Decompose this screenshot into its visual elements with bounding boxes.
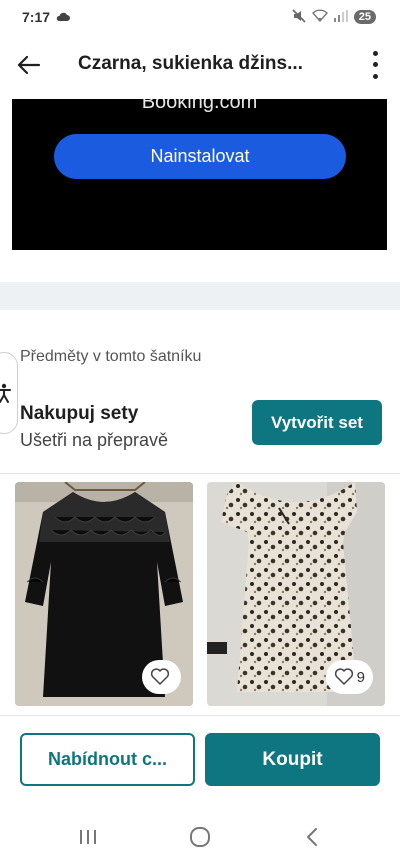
signal-icon <box>333 9 348 25</box>
home-button[interactable] <box>185 822 215 852</box>
recent-apps-button[interactable] <box>73 822 103 852</box>
wifi-icon <box>311 9 328 25</box>
create-set-button[interactable]: Vytvořit set <box>252 400 382 445</box>
page-title: Czarna, sukienka džins... <box>78 53 303 74</box>
chevron-left-icon <box>307 828 317 846</box>
make-offer-button[interactable]: Nabídnout c... <box>20 733 195 786</box>
product-card[interactable]: 9 <box>207 482 385 706</box>
arrow-left-icon <box>17 55 41 75</box>
section-separator <box>0 282 400 310</box>
heart-icon <box>334 668 353 685</box>
battery-indicator: 25 <box>353 10 376 24</box>
favorite-button[interactable] <box>142 660 181 694</box>
product-card[interactable] <box>15 482 193 706</box>
accessibility-icon <box>0 383 11 403</box>
clock: 7:17 <box>22 9 51 25</box>
favorite-button[interactable]: 9 <box>325 660 373 694</box>
ad-install-button[interactable]: Nainstalovat <box>54 134 346 179</box>
accessibility-button[interactable] <box>0 352 18 434</box>
ad-brand: Booking.com <box>141 99 258 113</box>
home-icon <box>190 827 210 847</box>
bundle-subtitle: Ušetři na přepravě <box>20 430 169 450</box>
buy-button[interactable]: Koupit <box>205 733 380 786</box>
status-bar: 7:17 25 <box>0 0 400 34</box>
wardrobe-section-title: Předměty v tomto šatníku <box>20 348 202 365</box>
mute-icon <box>292 8 306 26</box>
back-nav-button[interactable] <box>297 822 327 852</box>
more-options-button[interactable] <box>368 48 382 82</box>
system-nav-bar <box>0 808 400 867</box>
app-header: Czarna, sukienka džins... <box>0 34 400 96</box>
ad-banner[interactable]: Booking.com Nainstalovat <box>12 99 387 250</box>
divider <box>0 473 400 474</box>
more-vert-icon <box>372 51 378 57</box>
back-button[interactable] <box>14 50 44 80</box>
cloud-icon <box>56 9 71 25</box>
bundle-title: Nakupuj sety <box>20 403 139 424</box>
like-count: 9 <box>356 668 365 686</box>
recent-apps-icon <box>80 830 96 844</box>
bottom-bar-divider <box>0 715 400 716</box>
heart-icon <box>150 668 170 685</box>
